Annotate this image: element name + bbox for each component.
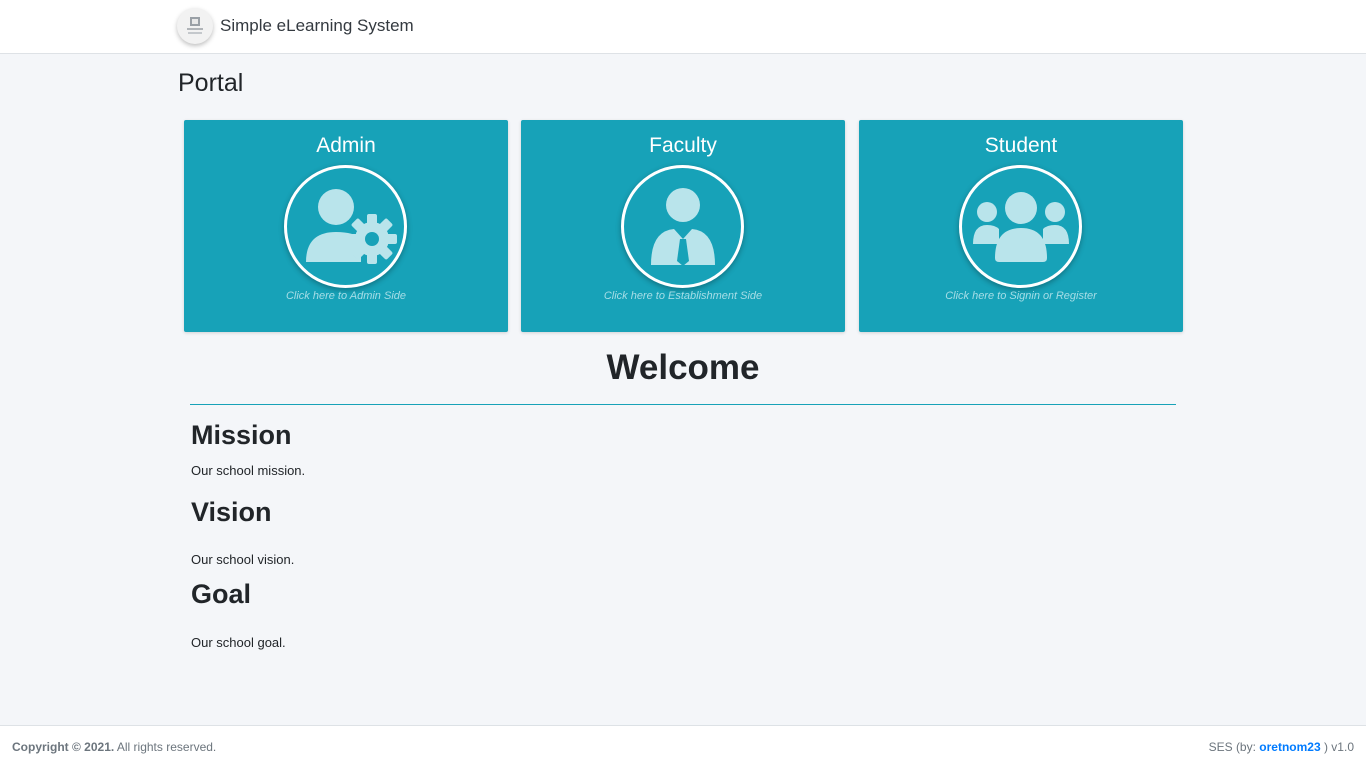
page-title: Portal xyxy=(178,69,244,97)
goal-heading: Goal xyxy=(191,579,252,609)
card-hint-faculty: Click here to Establishment Side xyxy=(603,290,763,302)
faculty-portal-card[interactable]: Faculty Click here to Establishment Side xyxy=(521,120,845,332)
author-link[interactable]: oretnom23 xyxy=(1259,740,1320,754)
vision-text: Our school vision. xyxy=(191,552,295,567)
welcome-heading: Welcome xyxy=(606,348,760,387)
copyright-rest: All rights reserved. xyxy=(114,740,217,754)
student-portal-card[interactable]: Student Click here to Signin or Register xyxy=(859,120,1183,332)
users-icon xyxy=(959,165,1082,288)
card-title-admin: Admin xyxy=(316,134,376,157)
brand-title: Simple eLearning System xyxy=(220,16,414,35)
admin-portal-card[interactable]: Admin Click here to Admin Side xyxy=(184,120,508,332)
goal-text: Our school goal. xyxy=(191,635,286,650)
mission-text: Our school mission. xyxy=(191,463,306,478)
credits-prefix: SES (by: xyxy=(1208,740,1260,754)
welcome-divider xyxy=(190,404,1176,405)
footer-credits: SES (by: oretnom23 ) v1.0 xyxy=(1209,740,1354,754)
user-gear-icon xyxy=(284,165,407,288)
page-footer: Copyright © 2021. All rights reserved. S… xyxy=(0,725,1366,768)
top-navbar: Simple eLearning System xyxy=(0,0,1366,54)
brand-link[interactable]: Simple eLearning System xyxy=(177,8,414,44)
user-tie-icon xyxy=(621,165,744,288)
school-logo-icon xyxy=(177,8,213,44)
copyright-year: Copyright © 2021. xyxy=(12,740,115,754)
card-hint-student: Click here to Signin or Register xyxy=(945,290,1097,302)
credits-suffix: ) v1.0 xyxy=(1320,740,1354,754)
footer-copyright: Copyright © 2021. All rights reserved. xyxy=(12,740,216,754)
card-hint-admin: Click here to Admin Side xyxy=(285,290,407,302)
vision-heading: Vision xyxy=(191,497,272,527)
card-title-student: Student xyxy=(984,134,1058,157)
card-title-faculty: Faculty xyxy=(649,134,717,157)
mission-heading: Mission xyxy=(191,420,292,450)
